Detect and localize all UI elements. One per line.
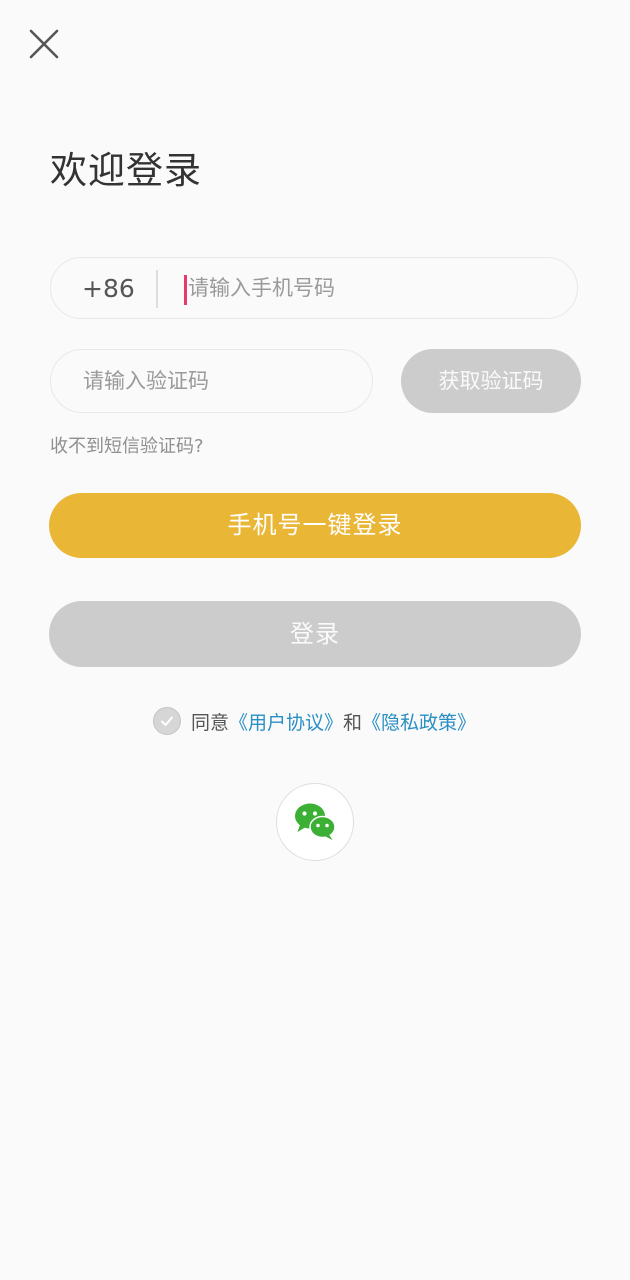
one-click-login-button[interactable]: 手机号一键登录	[49, 493, 581, 558]
close-icon	[29, 29, 59, 59]
verification-code-field[interactable]	[50, 349, 373, 413]
privacy-policy-link[interactable]: 《隐私政策》	[362, 708, 476, 735]
no-sms-link[interactable]: 收不到短信验证码?	[50, 432, 204, 458]
verification-code-input[interactable]	[83, 350, 353, 412]
phone-field[interactable]: +86	[50, 257, 578, 319]
close-button[interactable]	[26, 26, 62, 62]
phone-input[interactable]	[188, 258, 558, 318]
agreement-row: 同意 《用户协议》 和 《隐私政策》	[153, 705, 476, 737]
login-button[interactable]: 登录	[49, 601, 581, 667]
wechat-login-button[interactable]	[276, 783, 354, 861]
check-icon	[161, 716, 173, 726]
agreement-checkbox[interactable]	[153, 707, 181, 735]
user-agreement-link[interactable]: 《用户协议》	[229, 708, 343, 735]
page-title: 欢迎登录	[50, 149, 202, 192]
text-cursor	[184, 275, 187, 305]
country-code-selector[interactable]: +86	[82, 258, 135, 320]
divider	[156, 270, 158, 308]
agreement-prefix: 同意	[191, 711, 230, 734]
agreement-conjunction: 和	[343, 711, 363, 734]
get-code-button[interactable]: 获取验证码	[401, 349, 581, 413]
wechat-icon	[295, 803, 336, 840]
